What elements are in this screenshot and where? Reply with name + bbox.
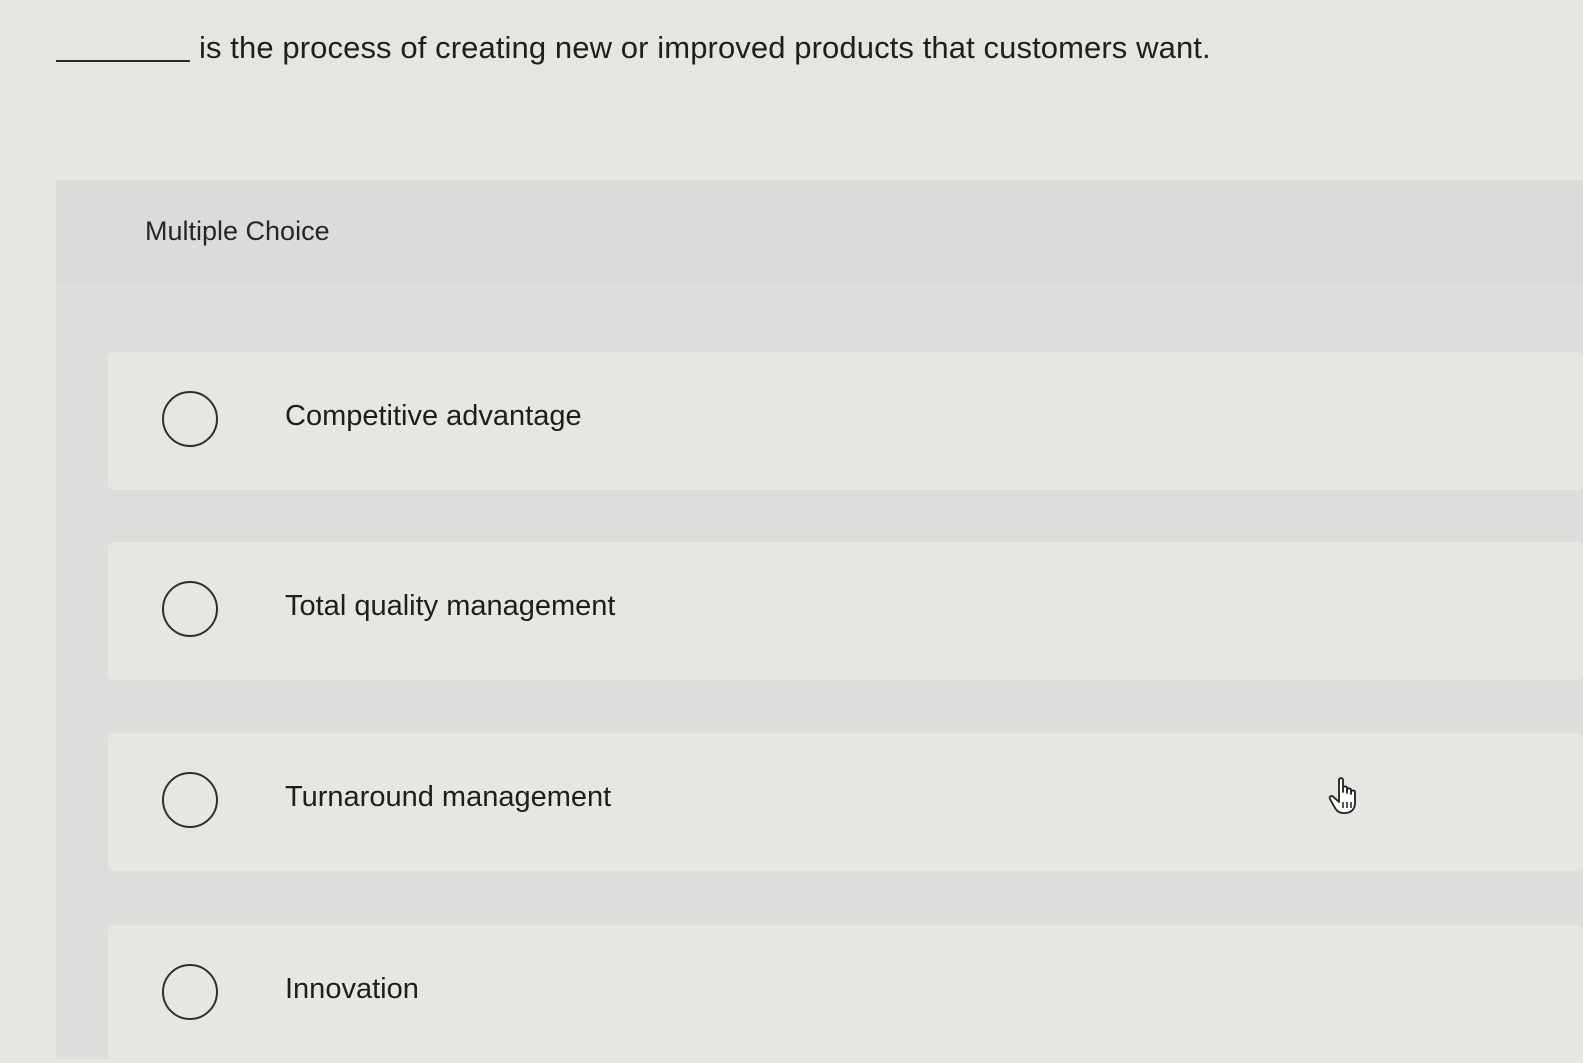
choice-label: Total quality management — [285, 590, 616, 622]
panel-header: Multiple Choice — [56, 180, 1583, 284]
answer-blank — [56, 60, 190, 62]
question-stem: is the process of creating new or improv… — [56, 30, 1211, 66]
multiple-choice-heading: Multiple Choice — [145, 216, 330, 246]
choice-label: Turnaround management — [285, 781, 612, 813]
radio-button[interactable] — [162, 772, 218, 828]
choice-option-innovation[interactable]: Innovation — [108, 925, 1583, 1063]
choice-label: Innovation — [285, 973, 419, 1005]
choice-option-total-quality-management[interactable]: Total quality management — [108, 542, 1583, 680]
choice-label: Competitive advantage — [285, 400, 582, 432]
hand-pointer-icon — [1328, 777, 1356, 814]
question-text: is the process of creating new or improv… — [199, 30, 1211, 65]
radio-button[interactable] — [162, 964, 218, 1020]
radio-button[interactable] — [162, 581, 218, 637]
multiple-choice-panel: Multiple Choice Competitive advantage To… — [56, 180, 1583, 1063]
choice-option-competitive-advantage[interactable]: Competitive advantage — [108, 352, 1583, 490]
radio-button[interactable] — [162, 391, 218, 447]
